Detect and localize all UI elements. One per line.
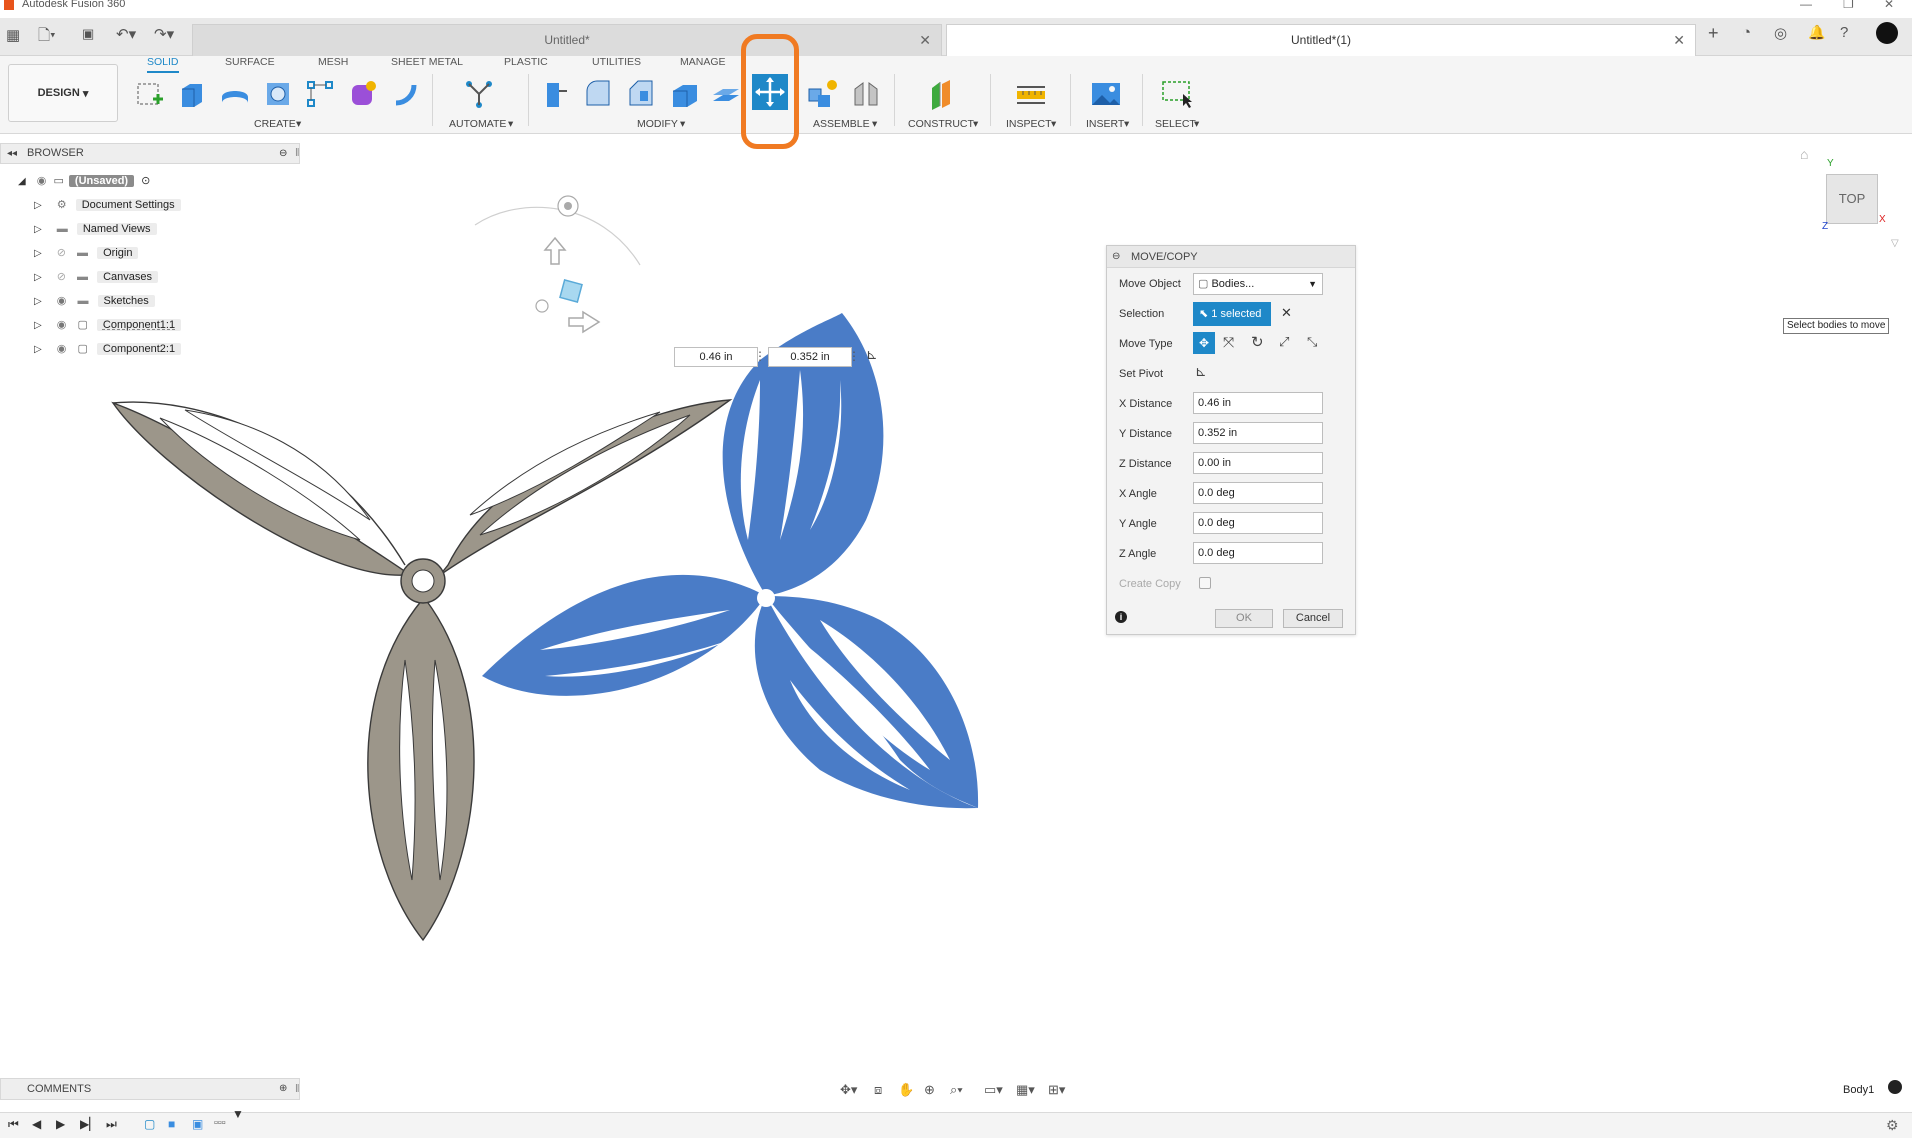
- drag-handle-icon[interactable]: ⋮: [754, 349, 766, 363]
- timeline-marker-icon[interactable]: ▼: [232, 1107, 244, 1121]
- move-object-value: Bodies...: [1211, 278, 1255, 290]
- info-icon[interactable]: i: [1115, 611, 1127, 623]
- cancel-label: Cancel: [1295, 612, 1331, 624]
- x-distance-input[interactable]: 0.46 in: [1193, 392, 1323, 414]
- x-angle-value: 0.0 deg: [1198, 487, 1235, 499]
- go-to-start-icon[interactable]: ⏮: [8, 1117, 19, 1132]
- play-icon[interactable]: ▶: [56, 1117, 65, 1131]
- ok-button[interactable]: OK: [1215, 609, 1273, 628]
- x-distance-label: X Distance: [1119, 398, 1173, 410]
- dialog-header: ⊖ MOVE/COPY: [1107, 246, 1355, 268]
- x-angle-input[interactable]: 0.0 deg: [1193, 482, 1323, 504]
- y-distance-readout[interactable]: 0.352 in: [768, 347, 852, 367]
- z-distance-input[interactable]: 0.00 in: [1193, 452, 1323, 474]
- move-object-dropdown[interactable]: ▢ Bodies... ▼: [1193, 273, 1323, 295]
- fit-icon[interactable]: ⌕▾: [950, 1082, 963, 1098]
- create-copy-checkbox[interactable]: [1199, 577, 1211, 589]
- drag-handle-icon[interactable]: ⋮: [848, 349, 860, 363]
- create-copy-label: Create Copy: [1119, 578, 1181, 590]
- comments-title: COMMENTS: [27, 1083, 92, 1095]
- z-angle-label: Z Angle: [1119, 548, 1157, 560]
- home-view-icon[interactable]: ⌂: [1800, 146, 1808, 162]
- point-to-point-icon[interactable]: ⤢: [1279, 334, 1289, 350]
- comments-panel: COMMENTS ⊕ ‖: [0, 1078, 300, 1100]
- selection-button[interactable]: ⬉ 1 selected: [1193, 302, 1271, 326]
- x-readout-value: 0.46 in: [699, 351, 733, 363]
- viewports-icon[interactable]: ⊞▾: [1048, 1082, 1065, 1098]
- z-distance-value: 0.00 in: [1198, 457, 1232, 469]
- ok-label: OK: [1236, 612, 1252, 624]
- viewcube-menu-icon[interactable]: ▽: [1891, 238, 1899, 249]
- timeline-sketch-icon[interactable]: ▢: [144, 1117, 155, 1131]
- viewcube[interactable]: TOP: [1826, 174, 1878, 224]
- move-arrows-gizmo[interactable]: [543, 236, 601, 334]
- look-at-icon[interactable]: ⧈: [874, 1082, 882, 1098]
- set-pivot-label: Set Pivot: [1119, 368, 1164, 380]
- selection-value: 1 selected: [1211, 308, 1262, 320]
- axis-y-label: Y: [1827, 158, 1834, 169]
- y-distance-label: Y Distance: [1119, 428, 1172, 440]
- display-settings-icon[interactable]: ▭▾: [984, 1082, 1003, 1098]
- step-forward-icon[interactable]: ▶▏: [80, 1117, 98, 1131]
- clear-selection-icon[interactable]: ✕: [1281, 305, 1292, 321]
- status-edit-icon[interactable]: [1888, 1080, 1902, 1094]
- orbit-icon[interactable]: ✥▾: [840, 1082, 857, 1098]
- move-type-label: Move Type: [1119, 338, 1173, 350]
- timeline-extrude-icon[interactable]: ■: [168, 1117, 175, 1131]
- translate-xyz-icon[interactable]: ⤧: [1223, 334, 1234, 351]
- tooltip: Select bodies to move: [1783, 318, 1890, 334]
- y-angle-input[interactable]: 0.0 deg: [1193, 512, 1323, 534]
- cursor-icon: ⬉: [1199, 308, 1209, 320]
- x-distance-readout[interactable]: 0.46 in: [674, 347, 758, 367]
- panel-handle-icon[interactable]: ‖: [295, 1079, 300, 1099]
- y-distance-input[interactable]: 0.352 in: [1193, 422, 1323, 444]
- y-distance-value: 0.352 in: [1198, 427, 1238, 439]
- x-angle-label: X Angle: [1119, 488, 1157, 500]
- y-readout-value: 0.352 in: [790, 351, 830, 363]
- add-comment-icon[interactable]: ⊕: [279, 1079, 287, 1099]
- y-angle-value: 0.0 deg: [1198, 517, 1235, 529]
- move-type-free-button[interactable]: ✥: [1193, 332, 1215, 354]
- blue-propeller-body[interactable]: [482, 313, 979, 809]
- zoom-icon[interactable]: ⊕: [924, 1082, 935, 1098]
- move-object-label: Move Object: [1119, 278, 1181, 290]
- axis-z-label: Z: [1822, 221, 1829, 232]
- selection-label: Selection: [1119, 308, 1165, 320]
- move-copy-dialog: ⊖ MOVE/COPY Move Object ▢ Bodies... ▼ Se…: [1106, 245, 1356, 635]
- tooltip-text: Select bodies to move: [1787, 320, 1886, 331]
- axis-x-label: X: [1879, 214, 1886, 225]
- z-angle-value: 0.0 deg: [1198, 547, 1235, 559]
- body-icon: ▢: [1198, 278, 1209, 290]
- collapse-dialog-icon[interactable]: ⊖: [1112, 246, 1120, 268]
- cancel-button[interactable]: Cancel: [1283, 609, 1343, 628]
- timeline-component-icon[interactable]: ▣: [192, 1117, 203, 1131]
- grid-settings-icon[interactable]: ▦▾: [1016, 1082, 1035, 1098]
- pivot-icon[interactable]: ⊾: [866, 346, 878, 363]
- chevron-down-icon: ▼: [1308, 279, 1317, 289]
- pan-icon[interactable]: ✋: [898, 1082, 914, 1098]
- timeline-move-icon[interactable]: ▫▫▫: [214, 1117, 226, 1129]
- y-angle-label: Y Angle: [1119, 518, 1157, 530]
- point-to-position-icon[interactable]: ⤡: [1307, 334, 1317, 350]
- step-back-icon[interactable]: ◀: [32, 1117, 41, 1131]
- viewcube-face-label: TOP: [1838, 191, 1866, 206]
- timeline-bar: ⏮ ◀ ▶ ▶▏ ⏭ ▢ ■ ▣ ▫▫▫ ▼ ⚙: [0, 1107, 1912, 1138]
- z-angle-input[interactable]: 0.0 deg: [1193, 542, 1323, 564]
- timeline-settings-icon[interactable]: ⚙: [1886, 1117, 1899, 1134]
- rotate-icon[interactable]: ↻: [1251, 333, 1264, 351]
- x-distance-value: 0.46 in: [1198, 397, 1232, 409]
- go-to-end-icon[interactable]: ⏭: [106, 1117, 117, 1132]
- set-pivot-icon[interactable]: ⊾: [1195, 363, 1207, 380]
- z-distance-label: Z Distance: [1119, 458, 1172, 470]
- status-body-name: Body1: [1843, 1084, 1875, 1096]
- free-move-icon: ✥: [1198, 336, 1210, 350]
- dialog-title: MOVE/COPY: [1131, 251, 1198, 263]
- viewport-canvas[interactable]: [0, 0, 1912, 1138]
